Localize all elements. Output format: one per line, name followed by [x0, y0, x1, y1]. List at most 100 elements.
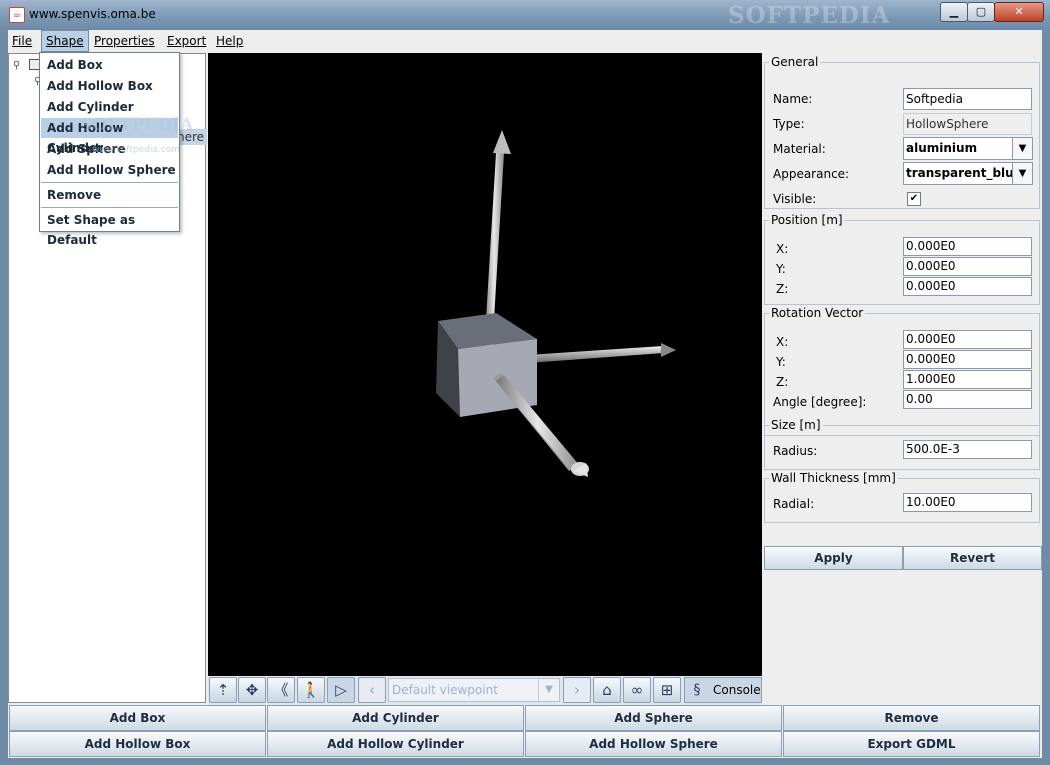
name-label: Name: — [773, 92, 813, 106]
radial-field[interactable]: 10.00E0 — [903, 493, 1032, 512]
visible-label: Visible: — [773, 192, 817, 206]
appearance-label: Appearance: — [773, 167, 850, 181]
rotate-icon[interactable]: ⇡ — [209, 677, 237, 703]
position-z-label: Z: — [776, 282, 789, 296]
type-label: Type: — [773, 117, 805, 131]
menu-item-add-cylinder[interactable]: Add Cylinder — [41, 97, 178, 117]
fly-icon[interactable]: ▷ — [327, 677, 355, 703]
add-hollow-box-button[interactable]: Add Hollow Box — [9, 731, 266, 757]
position-z-field[interactable]: 0.000E0 — [903, 277, 1032, 296]
close-button[interactable]: ✕ — [994, 2, 1044, 22]
console-label: Console — [713, 683, 761, 697]
position-group: Position [m] X: 0.000E0 Y: 0.000E0 Z: 0.… — [764, 213, 1040, 305]
export-gdml-button[interactable]: Export GDML — [783, 731, 1040, 757]
pan-icon[interactable]: ✥ — [238, 677, 266, 703]
tree-root-handle-icon[interactable]: ⚲ — [13, 60, 20, 71]
add-sphere-button[interactable]: Add Sphere — [525, 705, 782, 731]
menu-file-label: File — [12, 34, 33, 48]
angle-field[interactable]: 0.00 — [903, 390, 1032, 409]
revert-button[interactable]: Revert — [903, 546, 1042, 570]
app-window: ☕ www.spenvis.oma.be SOFTPEDIA ▁ ▢ ✕ Fil… — [0, 0, 1050, 765]
menu-help[interactable]: Help — [212, 30, 247, 52]
watermark-overlay: SOFTPEDIA — [80, 115, 194, 135]
menu-item-add-hollow-sphere[interactable]: Add Hollow Sphere — [41, 160, 178, 180]
wall-thickness-group: Wall Thickness [mm] Radial: 10.00E0 — [764, 471, 1040, 523]
viewpoint-placeholder: Default viewpoint — [392, 683, 498, 697]
next-viewpoint-icon[interactable]: › — [563, 677, 591, 703]
menu-shape[interactable]: Shape — [41, 30, 89, 52]
menu-export-label: Export — [167, 34, 207, 48]
console-button[interactable]: § Console — [684, 677, 762, 703]
console-icon: § — [693, 682, 701, 698]
window-title: www.spenvis.oma.be — [29, 7, 156, 21]
menu-export[interactable]: Export — [163, 30, 210, 52]
watermark-logo: SOFTPEDIA — [728, 2, 891, 29]
add-cylinder-button[interactable]: Add Cylinder — [267, 705, 524, 731]
visible-checkbox[interactable]: ✔ — [907, 192, 921, 206]
wall-thickness-title: Wall Thickness [mm] — [769, 471, 898, 485]
x-axis-arrowhead — [661, 343, 676, 357]
rotation-z-field[interactable]: 1.000E0 — [903, 370, 1032, 389]
shape-menu-dropdown: Add Box Add Hollow Box Add Cylinder Add … — [39, 52, 193, 247]
general-group: General Name: Softpedia Type: HollowSphe… — [764, 55, 1040, 209]
x-axis-rod — [528, 346, 663, 363]
viewpoint-select[interactable]: Default viewpoint ▼ — [388, 678, 560, 702]
y-axis-arrowhead — [493, 130, 511, 154]
general-title: General — [769, 55, 821, 69]
name-field[interactable]: Softpedia — [903, 88, 1032, 110]
position-title: Position [m] — [769, 213, 845, 227]
fit-view-icon[interactable]: ⊞ — [653, 677, 681, 703]
size-group: Size [m] Radius: 500.0E-3 — [764, 418, 1040, 470]
rotation-z-label: Z: — [776, 375, 789, 389]
add-hollow-sphere-button[interactable]: Add Hollow Sphere — [525, 731, 782, 757]
view-navigation-toolbar: ⇡ ✥ 《 🚶 ▷ ‹ Default viewpoint ▼ › ⌂ ∞ ⊞ … — [208, 676, 762, 705]
appearance-value: transparent_blue — [906, 166, 1022, 180]
radial-label: Radial: — [773, 497, 815, 511]
java-app-icon: ☕ — [9, 7, 25, 23]
maximize-button[interactable]: ▢ — [967, 2, 995, 22]
menu-properties-label: Properties — [94, 34, 155, 48]
add-hollow-cylinder-button[interactable]: Add Hollow Cylinder — [267, 731, 524, 757]
menu-item-add-box[interactable]: Add Box — [41, 55, 178, 75]
minimize-button[interactable]: ▁ — [940, 2, 968, 22]
home-icon[interactable]: ⌂ — [593, 677, 621, 703]
radius-field[interactable]: 500.0E-3 — [903, 440, 1032, 459]
menu-item-remove[interactable]: Remove — [41, 185, 178, 205]
zoom-icon[interactable]: 《 — [267, 677, 295, 703]
chevron-down-icon[interactable]: ▼ — [1012, 163, 1032, 184]
menu-shape-label: Shape — [46, 34, 84, 48]
type-field: HollowSphere — [903, 113, 1032, 135]
material-label: Material: — [773, 142, 826, 156]
properties-panel: General Name: Softpedia Type: HollowSphe… — [764, 53, 1042, 703]
appearance-select[interactable]: transparent_blue ▼ — [903, 162, 1033, 185]
menu-help-label: Help — [216, 34, 244, 48]
apply-button[interactable]: Apply — [764, 546, 903, 570]
position-x-field[interactable]: 0.000E0 — [903, 237, 1032, 256]
title-bar: ☕ www.spenvis.oma.be SOFTPEDIA ▁ ▢ ✕ — [0, 0, 1050, 30]
rotation-y-field[interactable]: 0.000E0 — [903, 350, 1032, 369]
chevron-down-icon[interactable]: ▼ — [538, 679, 559, 701]
position-y-field[interactable]: 0.000E0 — [903, 257, 1032, 276]
menu-properties[interactable]: Properties — [90, 30, 159, 52]
angle-label: Angle [degree]: — [773, 395, 867, 409]
material-select[interactable]: aluminium ▼ — [903, 137, 1033, 160]
rotation-x-field[interactable]: 0.000E0 — [903, 330, 1032, 349]
menu-separator — [41, 182, 178, 183]
position-y-label: Y: — [776, 262, 786, 276]
menu-file[interactable]: File — [8, 30, 36, 52]
menu-separator — [41, 207, 178, 208]
watermark-url: www.softpedia.com — [92, 145, 180, 155]
binoculars-icon[interactable]: ∞ — [623, 677, 651, 703]
3d-viewport[interactable] — [208, 53, 762, 676]
rotation-title: Rotation Vector — [769, 306, 866, 320]
add-box-button[interactable]: Add Box — [9, 705, 266, 731]
remove-button[interactable]: Remove — [783, 705, 1040, 731]
walk-icon[interactable]: 🚶 — [297, 677, 325, 703]
radius-label: Radius: — [773, 444, 818, 458]
menu-item-add-hollow-box[interactable]: Add Hollow Box — [41, 76, 178, 96]
menu-item-set-default[interactable]: Set Shape as Default — [41, 210, 178, 247]
menu-bar: File Shape Properties Export Help — [8, 30, 1042, 52]
rotation-y-label: Y: — [776, 355, 786, 369]
prev-viewpoint-icon[interactable]: ‹ — [358, 677, 386, 703]
chevron-down-icon[interactable]: ▼ — [1012, 138, 1032, 159]
